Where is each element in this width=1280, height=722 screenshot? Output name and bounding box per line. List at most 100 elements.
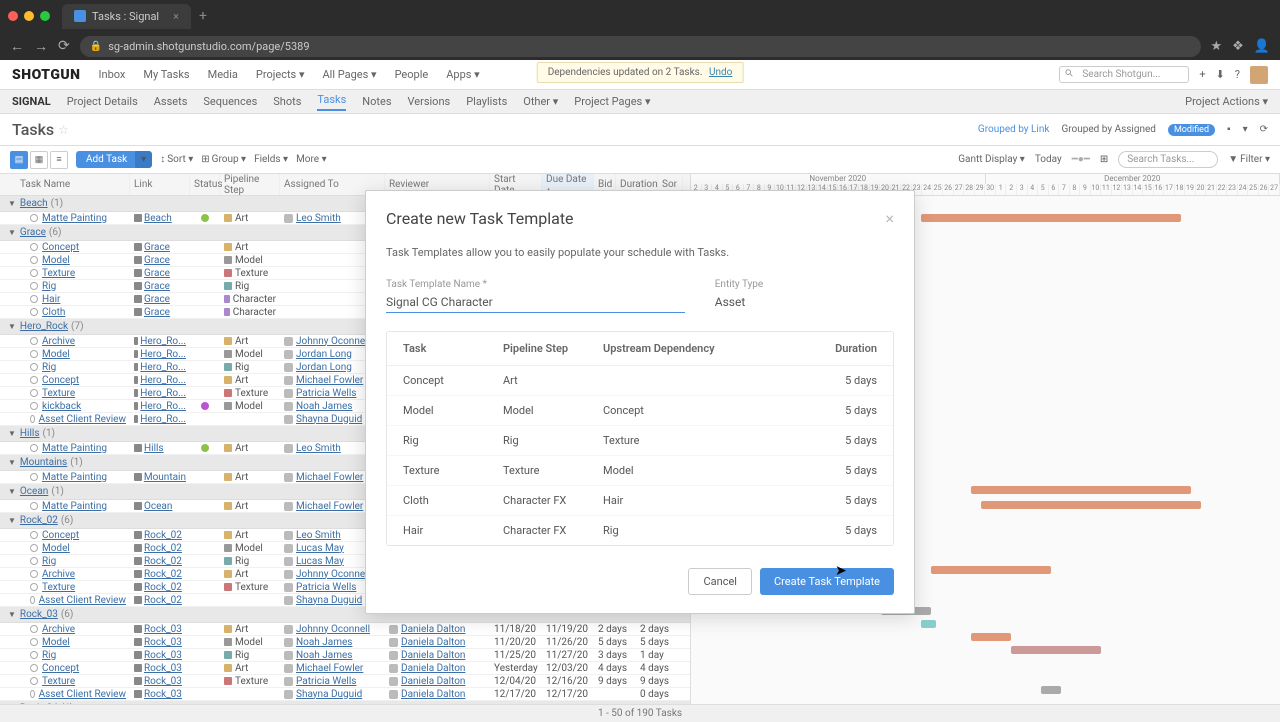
entity-label: Entity Type xyxy=(715,279,894,290)
gantt-bar[interactable] xyxy=(981,501,1201,509)
cancel-button[interactable]: Cancel xyxy=(688,568,751,595)
url-text: sg-admin.shotgunstudio.com/page/5389 xyxy=(108,40,309,53)
extension-icon[interactable]: ★ xyxy=(1211,39,1223,54)
filter-menu[interactable]: ▼ Filter ▾ xyxy=(1228,154,1270,165)
download-icon[interactable]: ⬇ xyxy=(1216,68,1225,81)
project-name[interactable]: SIGNAL xyxy=(12,95,51,108)
compact-view-icon[interactable]: ≡ xyxy=(50,151,68,169)
col-status[interactable]: Status xyxy=(190,174,220,195)
template-task-row: TextureTextureModel5 days xyxy=(387,456,893,486)
create-template-button[interactable]: Create Task Template xyxy=(760,568,894,595)
nav-projects[interactable]: Projects ▾ xyxy=(256,68,305,81)
proj-nav-other[interactable]: Other ▾ xyxy=(523,95,558,108)
task-row[interactable]: Model Rock_03 Model Noah James Daniela D… xyxy=(0,636,690,649)
reload-button[interactable]: ⟳ xyxy=(58,38,70,54)
grouped-by-link[interactable]: Grouped by Link xyxy=(978,124,1050,135)
proj-nav-versions[interactable]: Versions xyxy=(408,95,451,108)
template-task-row: ClothCharacter FXHair5 days xyxy=(387,486,893,516)
task-row[interactable]: Asset Client Review Rock_03 Shayna Dugui… xyxy=(0,688,690,701)
gantt-bar[interactable] xyxy=(931,566,1051,574)
proj-nav-assets[interactable]: Assets xyxy=(154,95,188,108)
nav-apps[interactable]: Apps ▾ xyxy=(446,68,479,81)
app-nav: SHOTGUN Inbox My Tasks Media Projects ▾ … xyxy=(0,60,1280,90)
name-label: Task Template Name * xyxy=(386,279,685,290)
sort-menu[interactable]: ↕ Sort ▾ xyxy=(160,154,193,165)
forward-button[interactable]: → xyxy=(34,38,48,55)
gantt-bar[interactable] xyxy=(971,486,1191,494)
today-button[interactable]: Today xyxy=(1035,154,1062,165)
save-icon[interactable]: ▪ xyxy=(1227,124,1231,135)
list-view-icon[interactable]: ▤ xyxy=(10,151,28,169)
new-tab-button[interactable]: + xyxy=(199,8,207,24)
modal-description: Task Templates allow you to easily popul… xyxy=(386,246,894,259)
undo-link[interactable]: Undo xyxy=(709,67,732,78)
gantt-bar[interactable] xyxy=(1011,646,1101,654)
extensions-menu-icon[interactable]: ❖ xyxy=(1232,39,1244,54)
gantt-display-menu[interactable]: Gantt Display ▾ xyxy=(958,154,1025,165)
pagination-footer: 1 - 50 of 190 Tasks xyxy=(0,704,1280,722)
task-row[interactable]: Texture Rock_03 Texture Patricia Wells D… xyxy=(0,675,690,688)
gantt-bar[interactable] xyxy=(1041,686,1061,694)
proj-nav-details[interactable]: Project Details xyxy=(67,95,138,108)
template-name-input[interactable] xyxy=(386,292,685,313)
user-avatar[interactable] xyxy=(1250,66,1268,84)
nav-mytasks[interactable]: My Tasks xyxy=(143,68,189,81)
col-taskname[interactable]: Task Name xyxy=(0,174,130,195)
nav-allpages[interactable]: All Pages ▾ xyxy=(323,68,377,81)
nav-media[interactable]: Media xyxy=(208,68,238,81)
logo[interactable]: SHOTGUN xyxy=(12,67,81,83)
group-menu[interactable]: ⊞ Group ▾ xyxy=(201,154,246,165)
proj-nav-tasks[interactable]: Tasks xyxy=(317,93,346,111)
nav-people[interactable]: People xyxy=(395,68,429,81)
proj-nav-shots[interactable]: Shots xyxy=(273,95,301,108)
profile-icon[interactable]: 👤 xyxy=(1254,39,1270,54)
create-task-template-modal: Create new Task Template × Task Template… xyxy=(365,190,915,614)
help-icon[interactable]: ? xyxy=(1235,68,1240,81)
template-task-row: HairCharacter FXRig5 days xyxy=(387,516,893,545)
task-row[interactable]: Archive Rock_03 Art Johnny Oconnell Dani… xyxy=(0,623,690,636)
col-link[interactable]: Link xyxy=(130,174,190,195)
task-row[interactable]: Rig Rock_03 Rig Noah James Daniela Dalto… xyxy=(0,649,690,662)
dropdown-icon[interactable]: ▾ xyxy=(1243,124,1248,135)
plus-icon[interactable]: + xyxy=(1199,68,1205,81)
col-pipeline-step[interactable]: Pipeline Step xyxy=(220,174,280,195)
proj-nav-playlists[interactable]: Playlists xyxy=(466,95,507,108)
browser-tab[interactable]: Tasks : Signal × xyxy=(62,4,191,29)
nav-inbox[interactable]: Inbox xyxy=(99,68,126,81)
page-title: Tasks xyxy=(12,120,54,139)
col-duration: Duration xyxy=(797,342,877,355)
address-bar[interactable]: 🔒 sg-admin.shotgunstudio.com/page/5389 xyxy=(80,36,1201,57)
back-button[interactable]: ← xyxy=(10,38,24,55)
gantt-bar[interactable] xyxy=(921,620,936,628)
add-task-button[interactable]: Add Task xyxy=(76,151,137,168)
entity-value: Asset xyxy=(715,292,894,312)
gantt-bar[interactable] xyxy=(921,214,1181,222)
more-menu[interactable]: More ▾ xyxy=(296,154,327,165)
proj-nav-pages[interactable]: Project Pages ▾ xyxy=(574,95,650,108)
grid-view-icon[interactable]: ▦ xyxy=(30,151,48,169)
gantt-month: November 2020 xyxy=(691,174,986,184)
search-tasks-input[interactable]: Search Tasks... xyxy=(1118,151,1218,168)
lock-icon: 🔒 xyxy=(90,41,102,52)
gantt-bar[interactable] xyxy=(971,633,1011,641)
page-header: Tasks ☆ Grouped by Link Grouped by Assig… xyxy=(0,114,1280,146)
close-icon[interactable]: × xyxy=(885,209,894,228)
window-controls[interactable] xyxy=(8,11,50,21)
notification-toast: Dependencies updated on 2 Tasks. Undo xyxy=(537,62,744,83)
grouped-by-assigned[interactable]: Grouped by Assigned xyxy=(1061,124,1156,135)
project-actions[interactable]: Project Actions ▾ xyxy=(1185,95,1268,108)
task-row[interactable]: Concept Rock_03 Art Michael Fowler Danie… xyxy=(0,662,690,675)
refresh-icon[interactable]: ⟳ xyxy=(1260,124,1268,135)
col-task: Task xyxy=(403,342,503,355)
template-task-row: RigRigTexture5 days xyxy=(387,426,893,456)
proj-nav-notes[interactable]: Notes xyxy=(362,95,391,108)
star-icon[interactable]: ☆ xyxy=(58,123,69,137)
add-task-dropdown[interactable]: ▾ xyxy=(135,151,152,168)
global-search[interactable]: Search Shotgun... xyxy=(1059,66,1189,83)
template-tasks-table: Task Pipeline Step Upstream Dependency D… xyxy=(386,331,894,546)
zoom-slider[interactable]: ━●━ xyxy=(1072,154,1090,165)
settings-icon[interactable]: ⊞ xyxy=(1100,154,1108,165)
close-icon[interactable]: × xyxy=(173,10,179,23)
fields-menu[interactable]: Fields ▾ xyxy=(254,154,288,165)
proj-nav-sequences[interactable]: Sequences xyxy=(203,95,257,108)
